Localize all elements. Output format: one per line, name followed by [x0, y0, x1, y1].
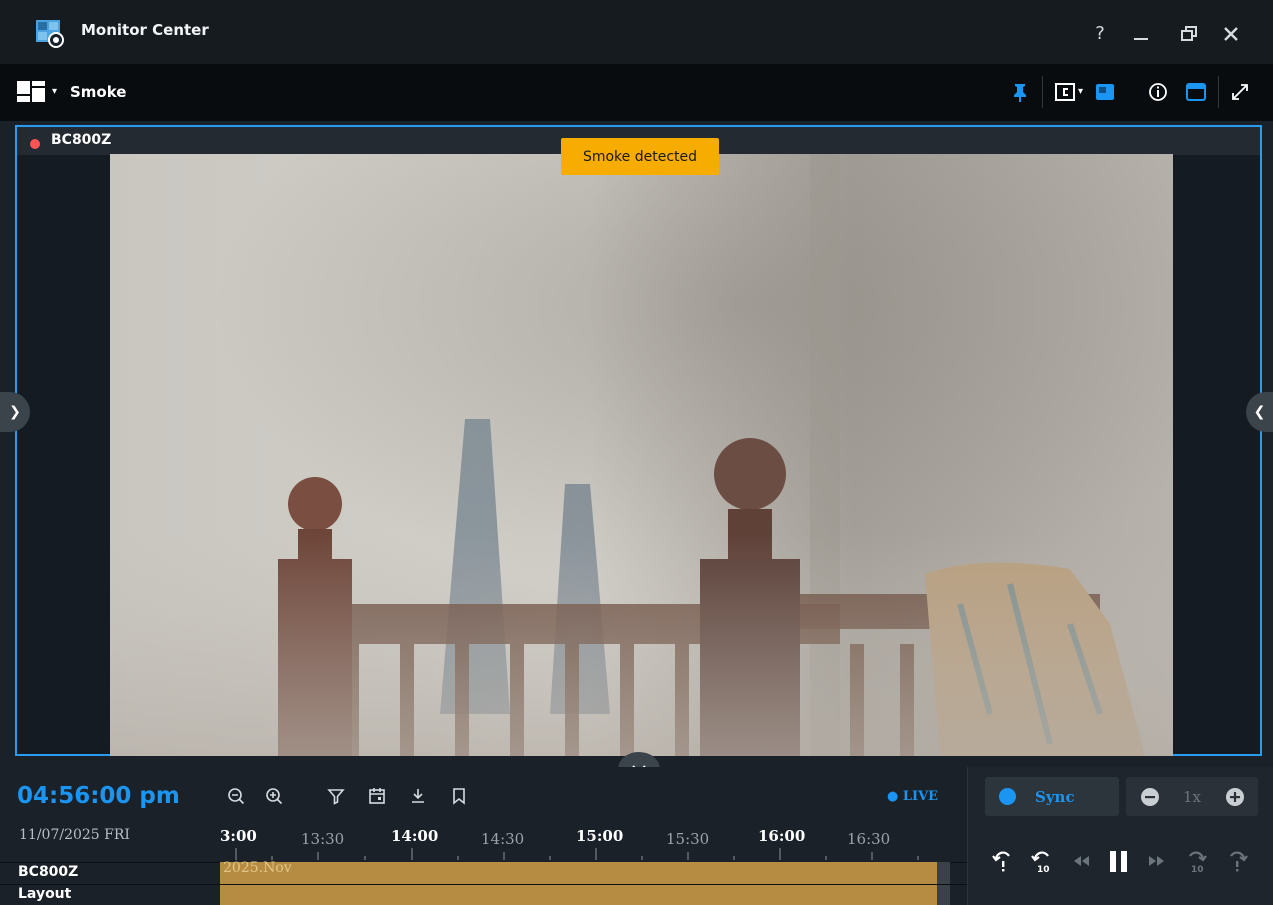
bookmark-icon[interactable]	[449, 786, 469, 806]
fit-video-icon[interactable]	[1094, 81, 1116, 103]
recording-track-camera[interactable]	[220, 862, 937, 884]
track-future-region	[937, 862, 950, 884]
camera-name: BC800Z	[51, 132, 112, 148]
timeline-tick-label: 15:00	[576, 827, 624, 845]
minimize-button[interactable]	[1129, 22, 1153, 46]
toolbar-divider	[1218, 76, 1219, 108]
zoom-out-icon[interactable]	[226, 786, 246, 806]
recording-track-layout[interactable]	[220, 885, 937, 905]
timeline-tick-label: 16:00	[758, 827, 806, 845]
zoom-in-icon[interactable]	[264, 786, 284, 806]
layout-grid-icon[interactable]	[17, 81, 47, 103]
close-icon	[1224, 27, 1238, 41]
restore-icon	[1181, 26, 1197, 41]
fullscreen-icon[interactable]	[1229, 81, 1251, 103]
smoke-scene-image	[110, 154, 1173, 756]
recording-indicator	[30, 139, 40, 149]
download-icon[interactable]	[408, 786, 428, 806]
camera-tile[interactable]: BC800Z	[15, 125, 1262, 756]
svg-text:10: 10	[1037, 865, 1050, 874]
stream-profile-chevron-icon[interactable]: ▾	[1078, 86, 1083, 97]
monitor-center-logo-icon	[36, 20, 64, 48]
info-icon[interactable]	[1147, 81, 1169, 103]
filter-icon[interactable]	[326, 786, 346, 806]
chevron-left-icon: ❮	[1253, 404, 1266, 420]
app-title: Monitor Center	[81, 21, 209, 39]
help-button[interactable]: ?	[1088, 22, 1112, 46]
pin-icon[interactable]	[1009, 81, 1031, 103]
timeline-ruler[interactable]	[220, 846, 950, 862]
minimize-icon	[1134, 38, 1148, 40]
calendar-icon[interactable]	[367, 786, 387, 806]
track-month-label: 2025.Nov	[223, 860, 292, 876]
stream-profile-icon[interactable]	[1054, 81, 1076, 103]
speed-up-icon[interactable]	[1225, 787, 1245, 807]
timeline-row-label: Layout	[18, 886, 72, 902]
layout-dropdown-chevron-icon[interactable]: ▾	[52, 86, 57, 97]
rewind-10-icon[interactable]: 10	[1029, 848, 1055, 874]
monitor-center-window: Monitor Center ? ▾ Smoke ▾ BC800Z Smoke …	[0, 0, 1273, 905]
camera-video-feed[interactable]	[110, 154, 1173, 756]
toolbar-divider	[1042, 76, 1043, 108]
track-future-region	[937, 885, 950, 905]
timeline-date: 11/07/2025 FRI	[19, 827, 130, 843]
layout-name[interactable]: Smoke	[70, 83, 126, 101]
sync-label: Sync	[1035, 788, 1075, 806]
restore-button[interactable]	[1177, 22, 1201, 46]
close-button[interactable]	[1219, 22, 1243, 46]
window-mode-icon[interactable]	[1185, 81, 1207, 103]
live-button[interactable]: ● LIVE	[887, 789, 938, 804]
previous-event-icon[interactable]	[990, 848, 1016, 874]
pause-icon[interactable]	[1105, 848, 1131, 874]
step-forward-icon[interactable]	[1144, 848, 1170, 874]
speed-down-icon[interactable]	[1140, 787, 1160, 807]
speed-value: 1x	[1183, 788, 1202, 806]
forward-10-icon[interactable]: 10	[1183, 848, 1209, 874]
timeline-tick-label: 3:00	[220, 827, 257, 845]
smoke-alert-badge: Smoke detected	[561, 138, 719, 175]
step-backward-icon[interactable]	[1068, 848, 1094, 874]
timeline-tick-label: 14:00	[391, 827, 439, 845]
chevron-right-icon: ❯	[9, 404, 21, 420]
timeline-row-label: BC800Z	[18, 864, 79, 880]
current-time: 04:56:00 pm	[17, 783, 180, 809]
svg-text:10: 10	[1191, 865, 1204, 874]
sync-toggle-icon	[999, 788, 1016, 805]
next-event-icon[interactable]	[1224, 848, 1250, 874]
